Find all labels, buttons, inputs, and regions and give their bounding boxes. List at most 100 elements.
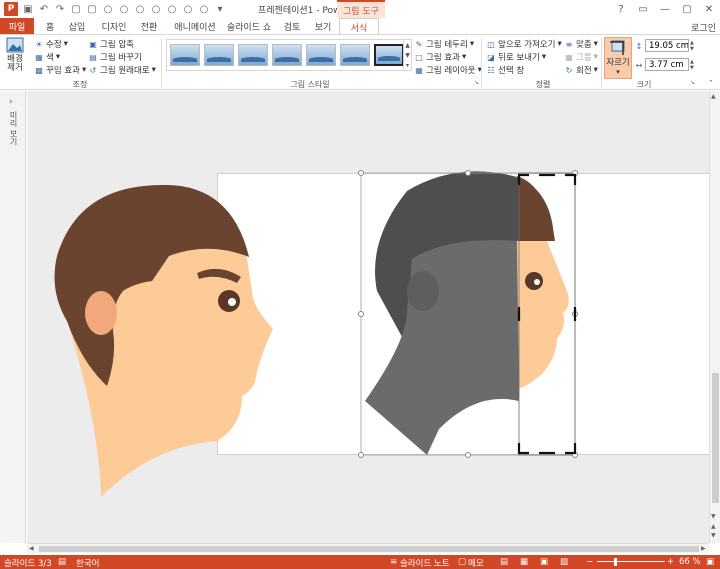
- change-picture-button[interactable]: ▤ 그림 바꾸기: [88, 51, 142, 64]
- scroll-down-icon[interactable]: ▼: [711, 513, 716, 520]
- width-field[interactable]: [645, 58, 689, 71]
- undo-icon[interactable]: ↶: [38, 3, 50, 15]
- vertical-scroll-thumb[interactable]: [712, 373, 719, 503]
- minimize-button[interactable]: —: [654, 0, 676, 18]
- tab-file[interactable]: 파일: [0, 18, 34, 34]
- compress-pictures-button[interactable]: ▣ 그림 압축: [88, 38, 134, 51]
- height-spinner[interactable]: ▲ ▼: [690, 39, 696, 52]
- qa-icon-1[interactable]: ▢: [70, 3, 82, 15]
- qa-icon-6[interactable]: ○: [150, 3, 162, 15]
- picture-style-1[interactable]: [170, 44, 200, 66]
- resize-handle[interactable]: [358, 170, 364, 176]
- color-button[interactable]: ▦ 색 ▾: [34, 51, 60, 63]
- tab-home[interactable]: 홈: [40, 18, 60, 34]
- tab-animations[interactable]: 애니메이션: [170, 18, 220, 34]
- slideshow-icon[interactable]: ▧: [560, 557, 568, 567]
- qa-icon-9[interactable]: ○: [198, 3, 210, 15]
- picture-effects-button[interactable]: □ 그림 효과 ▾: [414, 51, 466, 63]
- login-link[interactable]: 로그인: [691, 21, 716, 34]
- artistic-effects-button[interactable]: ▩ 꾸밈 효과 ▾: [34, 64, 86, 76]
- zoom-slider-handle[interactable]: [614, 558, 617, 566]
- customize-qa-icon[interactable]: ▾: [214, 3, 226, 15]
- picture-style-3[interactable]: [238, 44, 268, 66]
- reading-view-icon[interactable]: ▣: [540, 557, 548, 567]
- notes-icon[interactable]: ≡: [390, 557, 397, 567]
- picture-style-2[interactable]: [204, 44, 234, 66]
- notes-button[interactable]: 슬라이드 노트: [400, 557, 450, 569]
- collapse-ribbon-icon[interactable]: ⌃: [708, 79, 714, 87]
- tab-insert[interactable]: 삽입: [63, 18, 91, 34]
- group-button[interactable]: ▦ 그룹 ▾: [564, 51, 598, 63]
- normal-view-icon[interactable]: ▤: [500, 557, 508, 567]
- picture-border-button[interactable]: ✎ 그림 테두리 ▾: [414, 38, 474, 50]
- width-spinner[interactable]: ▲ ▼: [690, 58, 696, 71]
- qa-icon-2[interactable]: ▢: [86, 3, 98, 15]
- scroll-left-icon[interactable]: ◀: [29, 545, 34, 552]
- chevron-down-icon[interactable]: ▼: [405, 52, 410, 59]
- rotate-button[interactable]: ↻ 회전 ▾: [564, 64, 598, 76]
- bring-forward-button[interactable]: ◫ 앞으로 가져오기 ▾: [486, 38, 562, 50]
- gallery-scroll[interactable]: ▲ ▼ ▾: [403, 40, 411, 70]
- more-icon[interactable]: ▾: [406, 62, 409, 69]
- picture-style-7[interactable]: [374, 44, 404, 66]
- tab-view[interactable]: 보기: [310, 18, 336, 34]
- previous-slide-icon[interactable]: ▲: [711, 523, 716, 530]
- horizontal-scrollbar[interactable]: ◀ ▶: [27, 543, 709, 553]
- resize-handle[interactable]: [358, 452, 364, 458]
- resize-handle[interactable]: [465, 170, 471, 176]
- expand-pane-icon[interactable]: ›: [9, 97, 13, 107]
- head-illustration-gray[interactable]: [365, 171, 569, 455]
- picture-style-4[interactable]: [272, 44, 302, 66]
- qa-icon-8[interactable]: ○: [182, 3, 194, 15]
- selection-pane-button[interactable]: ☷ 선택 창: [486, 64, 524, 77]
- qa-icon-5[interactable]: ○: [134, 3, 146, 15]
- language-indicator[interactable]: 한국어: [76, 557, 99, 569]
- zoom-out-icon[interactable]: −: [586, 557, 593, 567]
- resize-handle[interactable]: [358, 311, 364, 317]
- maximize-button[interactable]: ▢: [676, 0, 698, 18]
- separator: [481, 38, 482, 88]
- ribbon-display-button[interactable]: ▭: [632, 0, 654, 18]
- vertical-scrollbar[interactable]: ▲ ▼ ▲ ▼: [709, 91, 720, 543]
- zoom-in-icon[interactable]: +: [667, 557, 674, 567]
- picture-style-5[interactable]: [306, 44, 336, 66]
- crop-button[interactable]: 자르기 ▾: [604, 37, 632, 79]
- tab-design[interactable]: 디자인: [97, 18, 131, 34]
- height-field[interactable]: [645, 39, 689, 52]
- picture-style-6[interactable]: [340, 44, 370, 66]
- send-backward-button[interactable]: ◪ 뒤로 보내기 ▾: [486, 51, 546, 63]
- fit-slide-icon[interactable]: ▣: [706, 557, 714, 567]
- zoom-slider[interactable]: [597, 561, 665, 562]
- reset-picture-button[interactable]: ↺ 그림 원래대로 ▾: [88, 64, 156, 76]
- qa-icon-4[interactable]: ○: [118, 3, 130, 15]
- scroll-right-icon[interactable]: ▶: [701, 545, 706, 552]
- scroll-up-icon[interactable]: ▲: [711, 93, 716, 100]
- tab-transitions[interactable]: 전환: [135, 18, 163, 34]
- tab-format[interactable]: 서식: [339, 18, 379, 35]
- resize-handle[interactable]: [465, 452, 471, 458]
- corrections-button[interactable]: ☀ 수정 ▾: [34, 38, 68, 50]
- next-slide-icon[interactable]: ▼: [711, 532, 716, 539]
- help-button[interactable]: ?: [610, 0, 632, 18]
- slide-editing-area[interactable]: [27, 91, 709, 543]
- size-launcher-icon[interactable]: ↘: [690, 79, 695, 86]
- close-button[interactable]: ✕: [698, 0, 720, 18]
- picture-layout-button[interactable]: ▦ 그림 레이아웃 ▾: [414, 64, 482, 76]
- slide-sorter-icon[interactable]: ▦: [520, 557, 528, 567]
- redo-icon[interactable]: ↷: [54, 3, 66, 15]
- zoom-level[interactable]: 66 %: [679, 557, 701, 567]
- head-illustration-color[interactable]: [54, 184, 274, 497]
- picture-styles-launcher-icon[interactable]: ↘: [474, 79, 479, 86]
- qa-icon-7[interactable]: ○: [166, 3, 178, 15]
- spell-check-icon[interactable]: ▤: [58, 557, 66, 567]
- remove-background-button[interactable]: 배경 제거: [4, 37, 26, 73]
- save-icon[interactable]: ▣: [22, 3, 34, 15]
- horizontal-scroll-thumb[interactable]: [39, 546, 699, 552]
- comments-icon[interactable]: ▢: [458, 557, 466, 567]
- tab-review[interactable]: 검토: [278, 18, 306, 34]
- tab-slideshow[interactable]: 슬라이드 쇼: [224, 18, 274, 34]
- qa-icon-3[interactable]: ○: [102, 3, 114, 15]
- comments-button[interactable]: 메모: [468, 557, 484, 569]
- chevron-up-icon[interactable]: ▲: [405, 42, 410, 49]
- align-button[interactable]: ≡ 맞춤 ▾: [564, 38, 598, 50]
